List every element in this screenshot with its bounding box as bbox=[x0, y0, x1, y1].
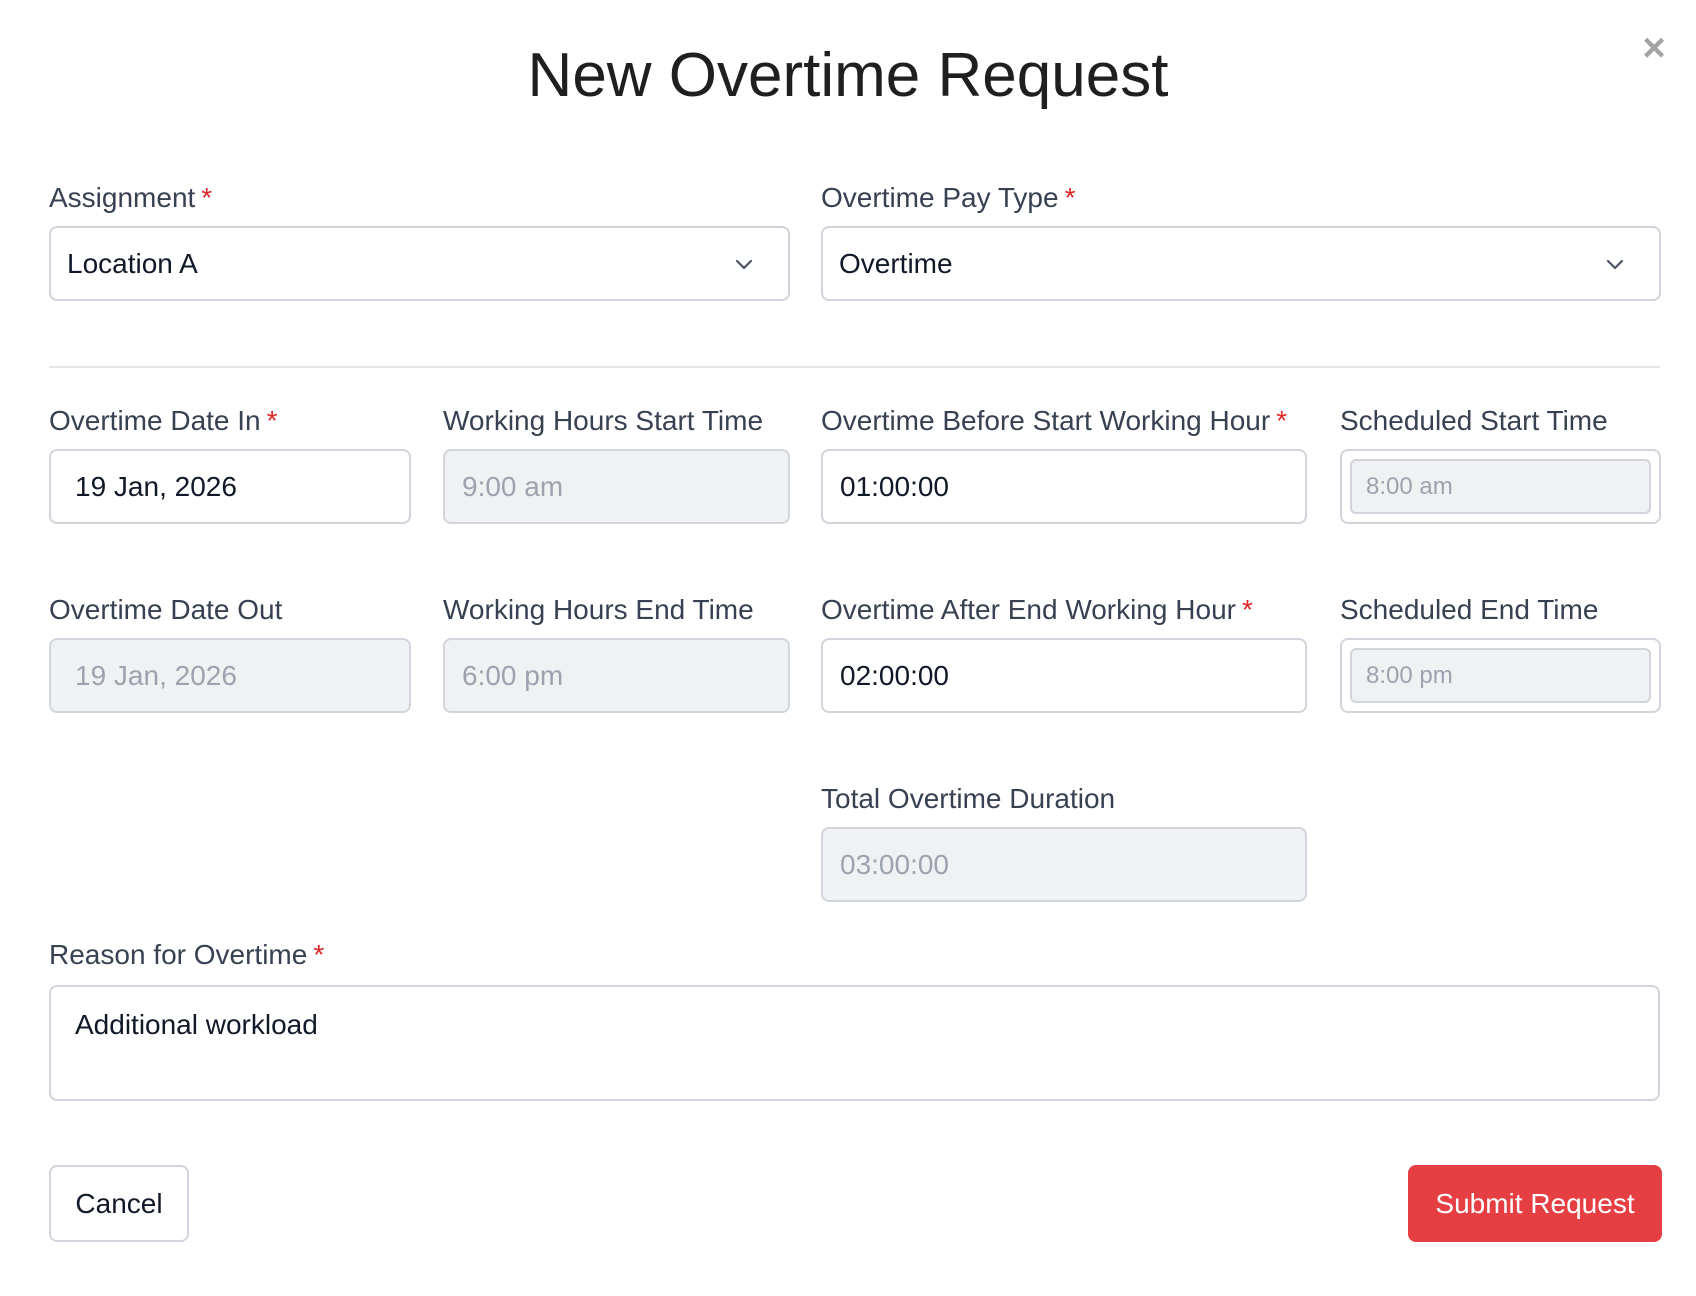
sched-end-label: Scheduled End Time bbox=[1340, 594, 1599, 625]
sched-end-input: 8:00 pm bbox=[1350, 648, 1651, 703]
overtime-request-dialog: New Overtime Request × Assignment * Locat… bbox=[0, 0, 1696, 1296]
dialog-title: New Overtime Request bbox=[527, 41, 1169, 110]
work-end-label: Working Hours End Time bbox=[443, 594, 754, 625]
assignment-select[interactable]: Location A bbox=[49, 226, 790, 301]
required-marker: * bbox=[1241, 594, 1253, 625]
sched-start-field: 8:00 am bbox=[1340, 449, 1661, 524]
chevron-down-icon bbox=[735, 259, 753, 269]
total-duration-input: 03:00:00 bbox=[821, 827, 1307, 902]
ot-after-label: Overtime After End Working Hour * bbox=[821, 594, 1253, 626]
date-out-label: Overtime Date Out bbox=[49, 594, 283, 625]
ot-after-label-text: Overtime After End Working Hour bbox=[821, 594, 1236, 625]
sched-end-field: 8:00 pm bbox=[1340, 638, 1661, 713]
work-end-input: 6:00 pm bbox=[443, 638, 790, 713]
pay-type-select[interactable]: Overtime bbox=[821, 226, 1661, 301]
close-icon[interactable]: × bbox=[1636, 28, 1672, 68]
ot-before-label: Overtime Before Start Working Hour * bbox=[821, 405, 1287, 437]
reason-textarea[interactable]: Additional workload bbox=[49, 985, 1660, 1101]
section-divider bbox=[49, 366, 1660, 368]
reason-label-text: Reason for Overtime bbox=[49, 939, 308, 970]
assignment-label: Assignment * bbox=[49, 182, 212, 214]
date-out-input: 19 Jan, 2026 bbox=[49, 638, 411, 713]
date-in-label: Overtime Date In * bbox=[49, 405, 278, 437]
date-in-input[interactable]: 19 Jan, 2026 bbox=[49, 449, 411, 524]
required-marker: * bbox=[201, 182, 213, 213]
pay-type-value: Overtime bbox=[839, 247, 953, 279]
ot-before-input[interactable]: 01:00:00 bbox=[821, 449, 1307, 524]
work-start-label: Working Hours Start Time bbox=[443, 405, 764, 436]
work-start-input: 9:00 am bbox=[443, 449, 790, 524]
chevron-down-icon bbox=[1606, 259, 1624, 269]
assignment-value: Location A bbox=[67, 247, 198, 279]
total-duration-label: Total Overtime Duration bbox=[821, 783, 1116, 814]
sched-start-input: 8:00 am bbox=[1350, 459, 1651, 514]
submit-request-button[interactable]: Submit Request bbox=[1408, 1165, 1662, 1242]
required-marker: * bbox=[1064, 182, 1076, 213]
cancel-button[interactable]: Cancel bbox=[49, 1165, 189, 1242]
sched-start-label: Scheduled Start Time bbox=[1340, 405, 1608, 436]
ot-after-input[interactable]: 02:00:00 bbox=[821, 638, 1307, 713]
assignment-label-text: Assignment bbox=[49, 182, 196, 213]
ot-before-label-text: Overtime Before Start Working Hour bbox=[821, 405, 1271, 436]
date-in-label-text: Overtime Date In bbox=[49, 405, 261, 436]
required-marker: * bbox=[313, 939, 325, 970]
required-marker: * bbox=[1276, 405, 1288, 436]
pay-type-label: Overtime Pay Type * bbox=[821, 182, 1075, 214]
pay-type-label-text: Overtime Pay Type bbox=[821, 182, 1059, 213]
required-marker: * bbox=[266, 405, 278, 436]
reason-label: Reason for Overtime * bbox=[49, 939, 324, 971]
